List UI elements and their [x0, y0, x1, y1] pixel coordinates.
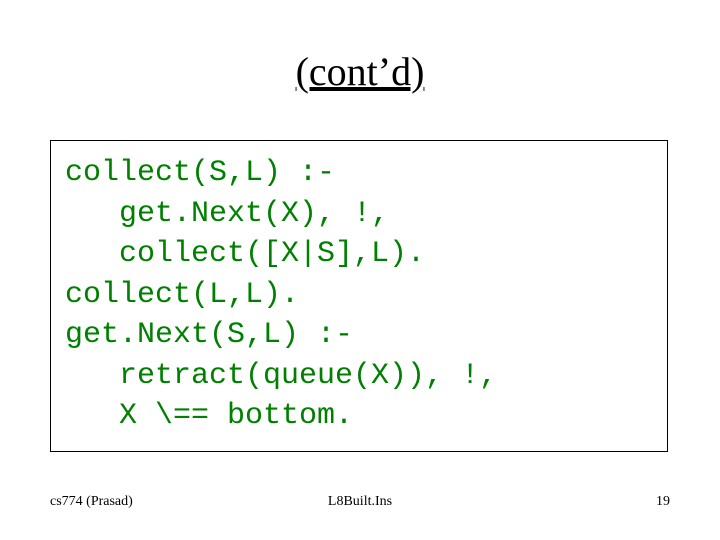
code-line: get.Next(X), !, [65, 194, 653, 235]
code-line: get.Next(S,L) :- [65, 315, 653, 356]
slide-title: (cont’d) [0, 48, 720, 95]
code-line: collect(L,L). [65, 275, 653, 316]
code-line: retract(queue(X)), !, [65, 356, 653, 397]
code-line: collect(S,L) :- [65, 153, 653, 194]
slide: (cont’d) collect(S,L) :- get.Next(X), !,… [0, 0, 720, 540]
footer-center: L8Built.Ins [257, 494, 464, 510]
code-line: collect([X|S],L). [65, 234, 653, 275]
code-line: X \== bottom. [65, 396, 653, 437]
footer: cs774 (Prasad) L8Built.Ins 19 [50, 494, 670, 510]
footer-left: cs774 (Prasad) [50, 494, 257, 510]
code-box: collect(S,L) :- get.Next(X), !, collect(… [50, 140, 668, 452]
page-number: 19 [463, 494, 670, 510]
